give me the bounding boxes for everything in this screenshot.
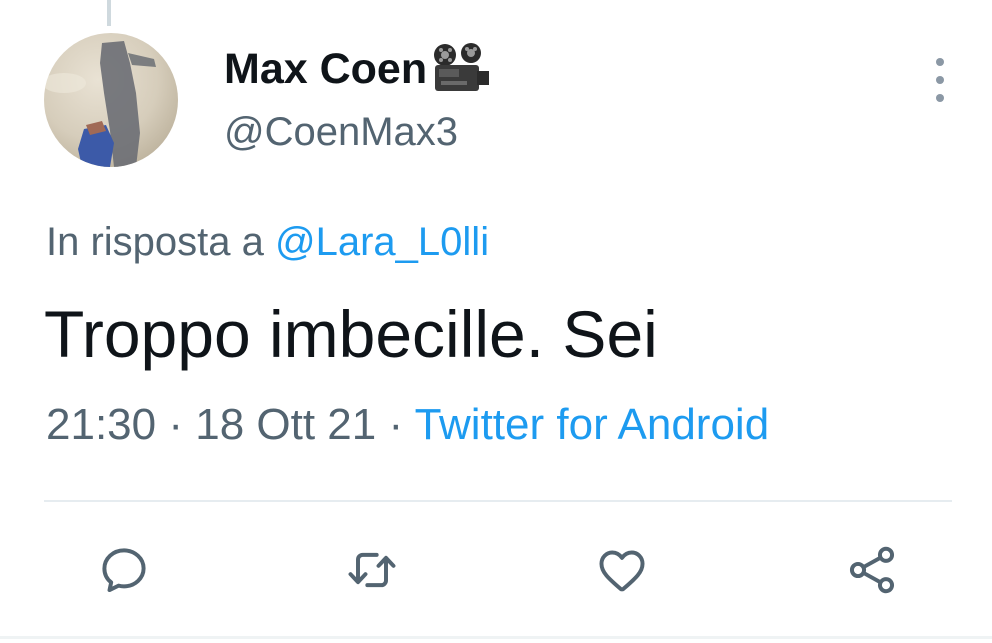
heart-icon: [599, 550, 645, 592]
tweet-text: Troppo imbecille. Sei: [44, 297, 658, 371]
movie-camera-emoji-icon: [429, 41, 493, 97]
retweet-button[interactable]: [340, 538, 404, 602]
more-dot-icon: [936, 76, 944, 84]
meta-separator: ·: [388, 400, 404, 449]
reply-button[interactable]: [92, 538, 156, 602]
more-dot-icon: [936, 58, 944, 66]
reply-icon: [102, 548, 146, 593]
reply-to-mention-link[interactable]: @Lara_L0lli: [275, 220, 489, 264]
like-button[interactable]: [590, 538, 654, 602]
reply-context: In risposta a @Lara_L0lli: [46, 220, 489, 265]
tweet-actions-bar: [0, 538, 992, 602]
bottom-divider: [0, 636, 992, 639]
tweet-date[interactable]: 18 Ott 21: [195, 400, 376, 449]
retweet-icon: [348, 552, 396, 588]
share-icon: [849, 546, 895, 594]
share-button[interactable]: [840, 538, 904, 602]
author-handle[interactable]: @CoenMax3: [224, 110, 458, 155]
meta-separator: ·: [168, 400, 183, 449]
tweet-source-link[interactable]: Twitter for Android: [415, 400, 770, 449]
thread-connector-line: [107, 0, 111, 26]
tweet-time[interactable]: 21:30: [46, 400, 156, 449]
more-options-button[interactable]: [926, 58, 954, 102]
avatar-image: [44, 33, 178, 167]
author-display-name[interactable]: Max Coen: [224, 45, 427, 94]
author-name-row[interactable]: Max Coen: [224, 42, 493, 96]
divider: [44, 500, 952, 502]
tweet-metadata: 21:30 · 18 Ott 21 · Twitter for Android: [46, 400, 769, 450]
more-dot-icon: [936, 94, 944, 102]
reply-prefix: In risposta a: [46, 220, 264, 264]
avatar[interactable]: [44, 33, 178, 167]
